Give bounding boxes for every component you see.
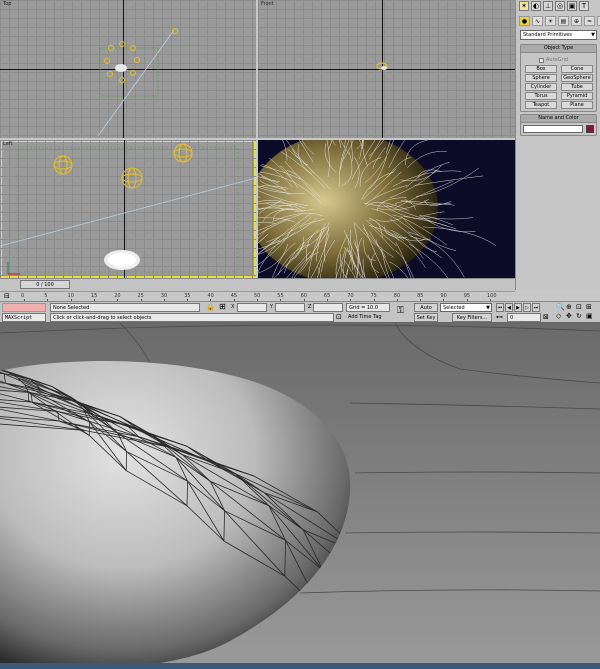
hierarchy-tab-icon[interactable]: ⊥: [543, 1, 553, 11]
viewport-perspective[interactable]: [258, 140, 515, 278]
track-bar-icon[interactable]: ⊟: [4, 292, 10, 300]
zoom-extents-all-icon[interactable]: ⊞: [586, 303, 595, 311]
dropdown-value: Selected: [443, 305, 465, 311]
left-view-objects: [0, 143, 256, 275]
next-frame-icon[interactable]: ▷: [523, 303, 531, 312]
timeline-tick-label: 100: [487, 293, 497, 299]
transform-mode-icon[interactable]: ⊞: [219, 302, 226, 311]
key-icon[interactable]: ⚿: [397, 306, 404, 316]
mesh-render: [0, 323, 600, 669]
command-panel: ✶ ◐ ⊥ ◎ ▣ T ● ∿ ☀ ▤ ⊕ ≈ ✲ Standard Primi…: [515, 0, 600, 290]
rollout-title[interactable]: Object Type: [521, 45, 596, 53]
checkbox-label: AutoGrid: [546, 57, 569, 63]
motion-tab-icon[interactable]: ◎: [555, 1, 565, 11]
z-coord-field[interactable]: [313, 303, 343, 312]
track-bar[interactable]: ⊟ 0 5 10 15 20 25 30 35 40 45 50 55 60 65 70 75 80 85 90 95…: [0, 291, 515, 302]
cone-button[interactable]: Cone: [561, 65, 593, 73]
object-type-rollout: Object Type AutoGrid Box Cone Sphere Geo…: [520, 44, 597, 112]
time-slider-track[interactable]: 0 / 100: [0, 278, 515, 291]
zoom-icon[interactable]: 🔍: [556, 303, 565, 311]
object-color-swatch[interactable]: [586, 125, 594, 133]
grid-size-display: Grid = 10.0: [346, 303, 390, 312]
geosphere-button[interactable]: GeoSphere: [561, 74, 593, 82]
time-tag-icon[interactable]: ⊡: [336, 313, 342, 321]
go-to-start-icon[interactable]: ⏮: [496, 303, 504, 312]
playback-controls: ⏮ ◀ ▶ ▷ ⏭: [496, 303, 540, 312]
helpers-icon[interactable]: ⊕: [571, 16, 582, 26]
pink-status-block: [2, 303, 46, 312]
cylinder-button[interactable]: Cylinder: [525, 83, 557, 91]
pan-icon[interactable]: ✥: [566, 312, 575, 320]
add-time-tag[interactable]: Add Time Tag: [348, 313, 382, 322]
x-coord-label: X: [231, 304, 235, 310]
previous-frame-icon[interactable]: ◀: [505, 303, 513, 312]
create-tab-icon[interactable]: ✶: [519, 1, 529, 11]
display-tab-icon[interactable]: ▣: [567, 1, 577, 11]
front-view-objects: [376, 62, 388, 70]
object-name-input[interactable]: [523, 125, 583, 133]
rollout-title[interactable]: Name and Color: [521, 115, 596, 123]
key-selection-dropdown[interactable]: Selected ▼: [440, 303, 492, 312]
create-categories: ● ∿ ☀ ▤ ⊕ ≈ ✲: [519, 16, 600, 26]
shapes-icon[interactable]: ∿: [532, 16, 543, 26]
go-to-end-icon[interactable]: ⏭: [532, 303, 540, 312]
viewport-left[interactable]: Left: [0, 140, 256, 278]
teapot-button[interactable]: Teapot: [525, 101, 557, 109]
zoom-all-icon[interactable]: ⊕: [566, 303, 575, 311]
geometry-icon[interactable]: ●: [519, 16, 530, 26]
primitive-type-dropdown[interactable]: Standard Primitives ▼: [520, 30, 597, 40]
autogrid-checkbox[interactable]: AutoGrid: [539, 57, 568, 63]
torus-button[interactable]: Torus: [525, 92, 557, 100]
modify-tab-icon[interactable]: ◐: [531, 1, 541, 11]
chevron-down-icon: ▼: [486, 305, 490, 311]
plane-button[interactable]: Plane: [561, 101, 593, 109]
field-of-view-icon[interactable]: ◇: [556, 312, 565, 320]
utilities-tab-icon[interactable]: T: [579, 1, 589, 11]
checkbox-box: [539, 57, 544, 63]
key-filters-button[interactable]: Key Filters...: [452, 313, 492, 322]
current-frame-field[interactable]: 0: [507, 313, 541, 322]
dropdown-value: Standard Primitives: [523, 32, 572, 38]
pyramid-button[interactable]: Pyramid: [561, 92, 593, 100]
y-coord-field[interactable]: [275, 303, 305, 312]
z-coord-label: Z: [308, 304, 312, 310]
sphere-button[interactable]: Sphere: [525, 74, 557, 82]
cameras-icon[interactable]: ▤: [558, 16, 569, 26]
viewport-front[interactable]: Front: [258, 0, 515, 138]
maximize-viewport-icon[interactable]: ▣: [586, 312, 595, 320]
key-mode-icon[interactable]: ⊷: [496, 313, 503, 321]
perspective-mesh-view[interactable]: [0, 323, 600, 669]
status-bar: MAXScript None Selected Click or click-a…: [0, 301, 600, 323]
play-icon[interactable]: ▶: [514, 303, 522, 312]
time-slider[interactable]: 0 / 100: [20, 280, 70, 289]
name-color-rollout: Name and Color: [520, 114, 597, 136]
y-coord-label: Y: [270, 304, 274, 310]
lights-icon[interactable]: ☀: [545, 16, 556, 26]
hair-render: [258, 140, 515, 278]
viewport-nav-controls: 🔍 ⊕ ⊡ ⊞ ◇ ✥ ↻ ▣: [556, 303, 598, 320]
lock-icon[interactable]: 🔒: [206, 303, 215, 311]
selection-status: None Selected: [50, 303, 200, 312]
top-view-objects: [97, 28, 178, 137]
x-coord-field[interactable]: [237, 303, 267, 312]
time-config-icon[interactable]: ⊠: [543, 313, 549, 321]
chevron-down-icon: ▼: [591, 32, 595, 38]
command-panel-tabs: ✶ ◐ ⊥ ◎ ▣ T: [519, 1, 589, 11]
prompt-line: Click or click-and-drag to select object…: [50, 313, 334, 322]
auto-key-button[interactable]: Auto Key: [414, 303, 438, 319]
spacewarps-icon[interactable]: ≈: [584, 16, 595, 26]
viewport-top[interactable]: Top: [0, 0, 256, 138]
zoom-extents-icon[interactable]: ⊡: [576, 303, 585, 311]
box-button[interactable]: Box: [525, 65, 557, 73]
tube-button[interactable]: Tube: [561, 83, 593, 91]
orbit-icon[interactable]: ↻: [576, 312, 585, 320]
set-key-button[interactable]: Set Key: [414, 313, 438, 322]
maxscript-listener[interactable]: MAXScript: [2, 313, 46, 322]
